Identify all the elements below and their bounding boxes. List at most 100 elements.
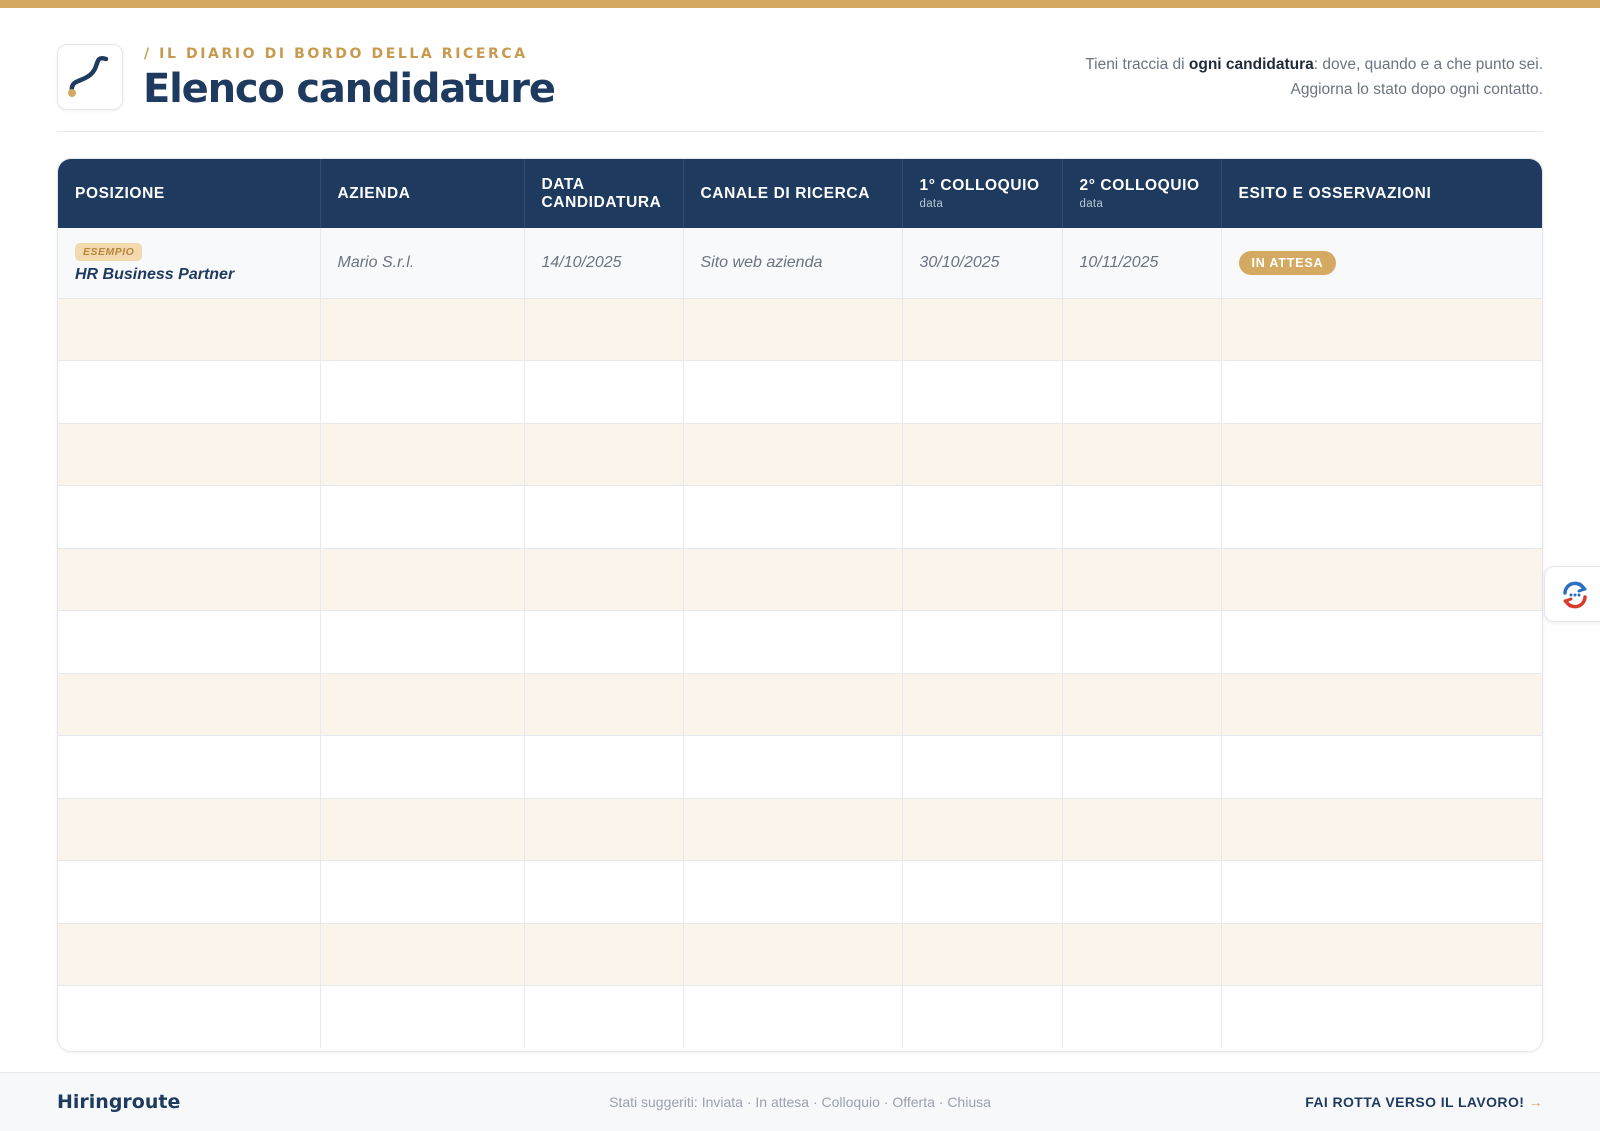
cell-outcome[interactable] [1221, 298, 1542, 361]
cell-interview-1[interactable] [902, 423, 1063, 486]
cell-interview-1[interactable] [902, 735, 1063, 799]
cell-application-date[interactable] [524, 485, 684, 549]
cell-interview-1[interactable] [902, 673, 1063, 736]
cell-interview-2[interactable] [1062, 423, 1222, 486]
cell-company[interactable] [320, 673, 525, 736]
cell-channel[interactable] [683, 860, 903, 924]
cell-channel[interactable] [683, 423, 903, 486]
cell-interview-1[interactable] [902, 860, 1063, 924]
cell-interview-2[interactable] [1062, 673, 1222, 736]
cell-position[interactable] [58, 798, 321, 861]
cell-company[interactable] [320, 298, 525, 361]
cell-interview-2[interactable] [1062, 298, 1222, 361]
cell-channel[interactable] [683, 923, 903, 986]
cell-interview-2[interactable] [1062, 860, 1222, 924]
cell-application-date[interactable] [524, 860, 684, 924]
cell-application-date[interactable] [524, 985, 684, 1048]
cell-interview-2[interactable] [1062, 985, 1222, 1048]
cell-position[interactable] [58, 673, 321, 736]
cell-channel[interactable] [683, 298, 903, 361]
cell-company[interactable] [320, 485, 525, 549]
cell-outcome[interactable] [1221, 423, 1542, 486]
cell-channel[interactable] [683, 485, 903, 549]
cell-position[interactable] [58, 360, 321, 424]
cell-company[interactable]: Mario S.r.l. [320, 228, 525, 299]
cell-outcome[interactable] [1221, 610, 1542, 674]
cell-position[interactable] [58, 423, 321, 486]
cell-outcome[interactable] [1221, 735, 1542, 799]
applications-table: POSIZIONE AZIENDA DATA CANDIDATURA CANAL… [57, 158, 1543, 1052]
cell-company[interactable] [320, 360, 525, 424]
cell-channel[interactable] [683, 548, 903, 611]
cell-interview-2[interactable] [1062, 548, 1222, 611]
cell-company[interactable] [320, 860, 525, 924]
cell-interview-2[interactable] [1062, 923, 1222, 986]
cell-outcome[interactable] [1221, 548, 1542, 611]
cell-interview-2[interactable] [1062, 360, 1222, 424]
side-sync-button[interactable] [1544, 566, 1600, 622]
top-accent-bar [0, 0, 1600, 8]
cell-company[interactable] [320, 735, 525, 799]
cell-channel[interactable] [683, 610, 903, 674]
cell-interview-1[interactable] [902, 798, 1063, 861]
cell-interview-2[interactable]: 10/11/2025 [1062, 228, 1222, 299]
cell-company[interactable] [320, 548, 525, 611]
table-row [58, 423, 1542, 486]
cell-interview-1[interactable] [902, 985, 1063, 1048]
cell-position[interactable] [58, 923, 321, 986]
cell-outcome[interactable]: IN ATTESA [1221, 228, 1542, 299]
cell-outcome[interactable] [1221, 798, 1542, 861]
cell-position[interactable]: ESEMPIO HR Business Partner [58, 228, 321, 299]
cell-application-date[interactable] [524, 360, 684, 424]
cell-company[interactable] [320, 798, 525, 861]
cell-channel[interactable] [683, 673, 903, 736]
cell-application-date[interactable] [524, 548, 684, 611]
cell-interview-1[interactable] [902, 548, 1063, 611]
cell-interview-1[interactable] [902, 923, 1063, 986]
cell-position[interactable] [58, 485, 321, 549]
cell-position[interactable] [58, 548, 321, 611]
cell-application-date[interactable] [524, 673, 684, 736]
cell-interview-1[interactable] [902, 485, 1063, 549]
cell-company[interactable] [320, 985, 525, 1048]
cell-interview-1[interactable] [902, 360, 1063, 424]
cell-application-date[interactable]: 14/10/2025 [524, 228, 684, 299]
cell-interview-1[interactable] [902, 610, 1063, 674]
cell-outcome[interactable] [1221, 673, 1542, 736]
cell-outcome[interactable] [1221, 985, 1542, 1048]
footer-cta[interactable]: FAI ROTTA VERSO IL LAVORO! → [1305, 1094, 1543, 1110]
cell-outcome[interactable] [1221, 485, 1542, 549]
cell-interview-2[interactable] [1062, 735, 1222, 799]
cell-position[interactable] [58, 298, 321, 361]
cell-channel[interactable] [683, 798, 903, 861]
cell-application-date[interactable] [524, 610, 684, 674]
cell-interview-2[interactable] [1062, 610, 1222, 674]
cell-channel[interactable] [683, 735, 903, 799]
cell-position[interactable] [58, 985, 321, 1048]
column-header-interview-1: 1° COLLOQUIO data [902, 159, 1063, 228]
cell-company[interactable] [320, 923, 525, 986]
cell-channel[interactable]: Sito web azienda [683, 228, 903, 299]
column-header-application-date: DATA CANDIDATURA [524, 159, 684, 228]
cell-interview-2[interactable] [1062, 485, 1222, 549]
intro-text-highlight: ogni candidatura [1188, 56, 1314, 73]
example-badge: ESEMPIO [75, 242, 143, 261]
cell-position[interactable] [58, 735, 321, 799]
cell-application-date[interactable] [524, 735, 684, 799]
cell-company[interactable] [320, 423, 525, 486]
cell-interview-1[interactable]: 30/10/2025 [902, 228, 1063, 299]
cell-application-date[interactable] [524, 923, 684, 986]
cell-outcome[interactable] [1221, 360, 1542, 424]
cell-application-date[interactable] [524, 798, 684, 861]
cell-application-date[interactable] [524, 423, 684, 486]
cell-outcome[interactable] [1221, 860, 1542, 924]
cell-outcome[interactable] [1221, 923, 1542, 986]
cell-company[interactable] [320, 610, 525, 674]
cell-application-date[interactable] [524, 298, 684, 361]
cell-interview-2[interactable] [1062, 798, 1222, 861]
cell-position[interactable] [58, 860, 321, 924]
cell-interview-1[interactable] [902, 298, 1063, 361]
cell-channel[interactable] [683, 985, 903, 1048]
cell-channel[interactable] [683, 360, 903, 424]
cell-position[interactable] [58, 610, 321, 674]
